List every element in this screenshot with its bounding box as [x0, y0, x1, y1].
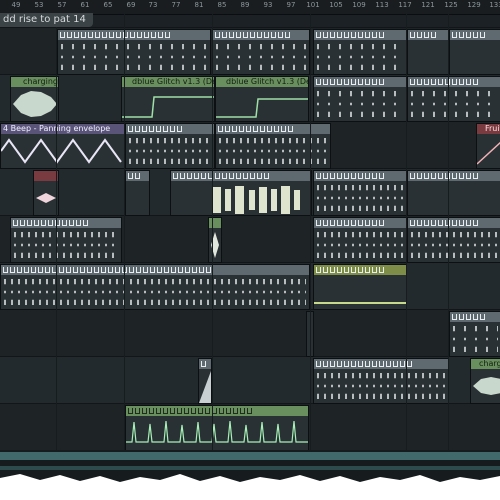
waveform: [13, 91, 57, 117]
bar-number: 105: [329, 1, 343, 9]
pattern-clip[interactable]: [449, 311, 500, 357]
horizontal-scrollbar[interactable]: [0, 452, 500, 460]
pattern-clip[interactable]: [313, 358, 449, 404]
clip-label: dblue Glitch v1.3 (Dee...: [226, 77, 308, 86]
pattern-clip[interactable]: [170, 170, 312, 216]
bar-number: 101: [306, 1, 320, 9]
bar-number: 57: [57, 1, 67, 9]
bar-number: 53: [34, 1, 44, 9]
pattern-clip[interactable]: [313, 76, 407, 122]
bar-number: 69: [126, 1, 136, 9]
pattern-clip[interactable]: [313, 264, 407, 310]
waveform: [36, 193, 56, 203]
automation-clip[interactable]: [125, 405, 309, 451]
automation-curve: [122, 96, 214, 118]
clip-label: chargi: [479, 359, 500, 368]
clip-label: dblue Glitch v1.3 (Dee...: [132, 77, 214, 86]
pattern-clip[interactable]: [313, 217, 407, 263]
automation-curve: [126, 420, 308, 443]
bar-number: 117: [398, 1, 412, 9]
bar-number: 129: [467, 1, 481, 9]
torn-edge: [0, 474, 500, 500]
bar-number: 93: [263, 1, 273, 9]
pattern-clip[interactable]: [313, 29, 407, 75]
pattern-clip[interactable]: [215, 123, 331, 169]
clip-label: Fruit: [485, 124, 500, 133]
automation-clip[interactable]: Fruit: [476, 123, 500, 169]
bar-number: 109: [352, 1, 366, 9]
audio-clip[interactable]: charging: [10, 76, 59, 122]
pattern-clip[interactable]: [407, 217, 500, 263]
automation-clip[interactable]: 4 Beep - Panning envelope: [0, 123, 125, 169]
bar-number: 121: [421, 1, 435, 9]
bar-number: 85: [217, 1, 227, 9]
pattern-clip[interactable]: [0, 264, 310, 310]
pattern-clip[interactable]: [407, 29, 449, 75]
audio-clip[interactable]: [208, 217, 222, 263]
automation-curve: [477, 141, 500, 165]
pattern-clip[interactable]: [449, 29, 500, 75]
playlist-track[interactable]: [0, 309, 500, 357]
waveform: [199, 371, 211, 403]
bar-number: 89: [240, 1, 250, 9]
pattern-clip[interactable]: [125, 123, 215, 169]
pattern-clip[interactable]: [407, 170, 500, 216]
playlist-window: 49 53 57 61 65 69 73 77 81 85 89 93 97 1…: [0, 0, 500, 500]
bar-number: 49: [11, 1, 21, 9]
automation-clip[interactable]: dblue Glitch v1.3 (Dee...: [215, 76, 309, 122]
waveform: [211, 232, 219, 258]
bar-number: 65: [103, 1, 113, 9]
bar-number: 81: [194, 1, 204, 9]
automation-clip[interactable]: dblue Glitch v1.3 (Dee...: [121, 76, 215, 122]
automation-curve: [314, 302, 406, 304]
pattern-clip[interactable]: [212, 29, 310, 75]
bar-number: 125: [444, 1, 458, 9]
bar-number: 77: [171, 1, 181, 9]
bar-number: 133: [489, 1, 500, 9]
bar-number: 113: [375, 1, 389, 9]
audio-clip[interactable]: [198, 358, 212, 404]
pattern-clip[interactable]: [57, 29, 211, 75]
hint-tooltip: dd rise to pat 14: [0, 13, 93, 27]
bar-number: 61: [80, 1, 90, 9]
waveform: [213, 186, 300, 214]
audio-clip[interactable]: chargi: [470, 358, 500, 404]
bar-number: 73: [148, 1, 158, 9]
automation-curve: [1, 138, 122, 164]
waveform: [473, 377, 500, 395]
pattern-clip[interactable]: [125, 170, 150, 216]
pattern-clip[interactable]: [10, 217, 122, 263]
bar-number: 97: [286, 1, 296, 9]
clip-label: charging: [23, 77, 58, 86]
automation-curve: [216, 98, 308, 118]
pattern-clip[interactable]: [407, 76, 500, 122]
pattern-clip[interactable]: [313, 170, 407, 216]
